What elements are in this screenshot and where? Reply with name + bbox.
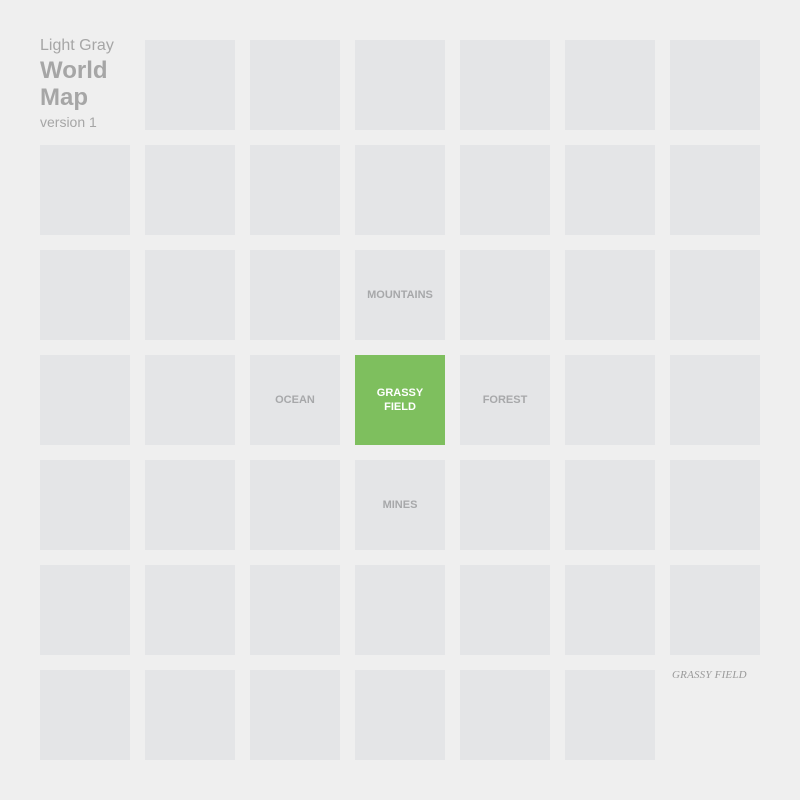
map-title-world: World [40, 57, 108, 84]
map-tile-r5-c2[interactable] [250, 565, 340, 655]
map-tile-r3-c1[interactable] [145, 355, 235, 445]
map-tile-r2-c0[interactable] [40, 250, 130, 340]
map-version: version 1 [40, 114, 97, 130]
map-title-small: Light Gray [40, 37, 114, 54]
tile-label: MOUNTAINS [367, 289, 433, 301]
map-tile-r5-c0[interactable] [40, 565, 130, 655]
tile-label: OCEAN [275, 394, 315, 406]
map-tile-r1-c2[interactable] [250, 145, 340, 235]
map-tile-grassy-field[interactable]: GRASSY FIELD [355, 355, 445, 445]
map-tile-r6-c5[interactable] [565, 670, 655, 760]
map-tile-r0-c4[interactable] [460, 40, 550, 130]
map-tile-r5-c6[interactable] [670, 565, 760, 655]
tile-label: FOREST [482, 394, 528, 406]
map-tile-r0-c6[interactable] [670, 40, 760, 130]
map-tile-forest[interactable]: FOREST [460, 355, 550, 445]
map-tile-r5-c3[interactable] [355, 565, 445, 655]
map-tile-r1-c6[interactable] [670, 145, 760, 235]
map-tile-r0-c2[interactable] [250, 40, 340, 130]
map-tile-r0-c5[interactable] [565, 40, 655, 130]
current-location-caption: GRASSY FIELD [672, 669, 747, 681]
map-tile-r1-c5[interactable] [565, 145, 655, 235]
map-tile-r6-c0[interactable] [40, 670, 130, 760]
map-tile-r3-c5[interactable] [565, 355, 655, 445]
map-tile-r4-c6[interactable] [670, 460, 760, 550]
map-tile-r3-c0[interactable] [40, 355, 130, 445]
map-tile-r6-c4[interactable] [460, 670, 550, 760]
map-tile-r1-c1[interactable] [145, 145, 235, 235]
map-tile-r4-c0[interactable] [40, 460, 130, 550]
map-title: Light Gray World Map version 1 [40, 37, 140, 130]
tile-label: GRASSY FIELD [376, 387, 424, 413]
tile-label: MINES [382, 499, 418, 511]
map-tile-r2-c6[interactable] [670, 250, 760, 340]
map-tile-r1-c4[interactable] [460, 145, 550, 235]
map-tile-r0-c3[interactable] [355, 40, 445, 130]
map-tile-r4-c2[interactable] [250, 460, 340, 550]
map-title-map: Map [40, 84, 88, 111]
map-tile-r6-c3[interactable] [355, 670, 445, 760]
map-tile-r2-c5[interactable] [565, 250, 655, 340]
map-tile-r1-c3[interactable] [355, 145, 445, 235]
map-tile-r2-c4[interactable] [460, 250, 550, 340]
map-tile-r0-c1[interactable] [145, 40, 235, 130]
map-tile-r2-c1[interactable] [145, 250, 235, 340]
map-tile-r6-c1[interactable] [145, 670, 235, 760]
map-tile-mountains[interactable]: MOUNTAINS [355, 250, 445, 340]
map-tile-r1-c0[interactable] [40, 145, 130, 235]
map-tile-r5-c1[interactable] [145, 565, 235, 655]
map-tile-r5-c4[interactable] [460, 565, 550, 655]
world-map-grid: Light Gray World Map version 1 GRASSY FI… [40, 37, 760, 760]
map-tile-r4-c1[interactable] [145, 460, 235, 550]
map-tile-r4-c4[interactable] [460, 460, 550, 550]
map-tile-r4-c5[interactable] [565, 460, 655, 550]
map-tile-ocean[interactable]: OCEAN [250, 355, 340, 445]
map-tile-mines[interactable]: MINES [355, 460, 445, 550]
map-tile-r2-c2[interactable] [250, 250, 340, 340]
map-tile-r5-c5[interactable] [565, 565, 655, 655]
map-tile-r6-c2[interactable] [250, 670, 340, 760]
map-tile-r3-c6[interactable] [670, 355, 760, 445]
